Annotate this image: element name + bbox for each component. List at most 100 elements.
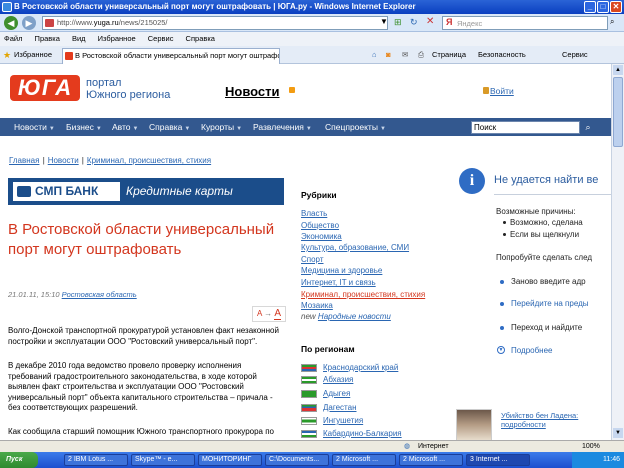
new-label: new xyxy=(301,312,316,321)
action-link[interactable]: Перейдите на преды xyxy=(511,299,589,308)
regions-heading: По регионам xyxy=(301,344,355,354)
menu-tools[interactable]: Сервис xyxy=(148,34,174,43)
clock[interactable]: 11:46 xyxy=(603,456,620,463)
flag-icon xyxy=(301,404,317,412)
region-link[interactable]: Кабардино-Балкария xyxy=(301,429,402,438)
banner-caption: Кредитные карты xyxy=(126,184,233,198)
zoom-level[interactable]: 100% xyxy=(582,441,600,452)
globe-icon: ◍ xyxy=(404,443,411,450)
nav-special[interactable]: Спецпроекты ▼ xyxy=(325,118,386,138)
cause-item: Возможно, сделана xyxy=(510,218,583,227)
search-box[interactable]: Я Яндекс xyxy=(442,16,608,30)
tab-favicon xyxy=(65,52,73,60)
portal-caption: портал Южного региона xyxy=(86,77,196,101)
rubric-link[interactable]: Медицина и здоровье xyxy=(301,266,382,275)
address-input[interactable]: http://www.yuga.ru/news/215025/ xyxy=(42,16,388,30)
region-link[interactable]: Краснодарский край xyxy=(301,363,398,372)
nav-business[interactable]: Бизнес ▼ xyxy=(66,118,102,138)
scroll-down-icon[interactable]: ▼ xyxy=(613,428,623,438)
stop-icon[interactable]: ✕ xyxy=(426,16,434,27)
article-paragraph-3: Как сообщила старший помощник Южного тра… xyxy=(8,427,274,436)
rubric-link[interactable]: Общество xyxy=(301,221,339,230)
menu-edit[interactable]: Правка xyxy=(35,34,60,43)
info-icon: i xyxy=(459,168,485,194)
more-link[interactable]: Подробнее xyxy=(511,346,553,355)
rubric-people-news[interactable]: Народные новости xyxy=(318,312,391,321)
menu-help[interactable]: Справка xyxy=(186,34,215,43)
menu-view[interactable]: Вид xyxy=(72,34,86,43)
page-menu[interactable]: Страница xyxy=(432,46,466,64)
chevron-down-icon[interactable]: ▼ xyxy=(497,346,505,354)
sidebar-news-link[interactable]: Убийство бен Ладена: подробности xyxy=(501,411,601,429)
refresh-icon[interactable]: ↻ xyxy=(410,17,418,28)
nav-resorts[interactable]: Курорты ▼ xyxy=(201,118,242,138)
login-link[interactable]: Войти xyxy=(490,86,514,96)
ad-banner[interactable]: СМП БАНК Кредитные карты xyxy=(8,178,284,205)
font-size-toggle[interactable]: A → A xyxy=(252,306,286,322)
taskbar-item[interactable]: 2 IBM Lotus ... xyxy=(64,454,128,466)
crumb-home[interactable]: Главная xyxy=(9,156,39,165)
minimize-button[interactable]: _ xyxy=(584,1,596,13)
start-button[interactable]: Пуск xyxy=(0,452,38,468)
scroll-thumb[interactable] xyxy=(613,77,623,147)
browser-tab[interactable]: В Ростовской области универсальный порт … xyxy=(62,48,280,64)
rss-icon[interactable] xyxy=(289,87,295,93)
nav-auto[interactable]: Авто ▼ xyxy=(112,118,138,138)
taskbar-item[interactable]: Skype™ - e... xyxy=(131,454,195,466)
scroll-up-icon[interactable]: ▲ xyxy=(613,65,623,75)
site-search-input[interactable]: Поиск xyxy=(471,121,580,134)
compat-icon[interactable]: ⊞ xyxy=(394,17,402,28)
mail-icon[interactable]: ✉ xyxy=(402,46,408,64)
flag-icon xyxy=(301,364,317,372)
section-title[interactable]: Новости xyxy=(225,84,280,99)
safety-menu[interactable]: Безопасность xyxy=(478,46,526,64)
print-icon[interactable]: ⎙ xyxy=(418,46,424,64)
site-logo[interactable]: ЮГА xyxy=(10,75,80,101)
menu-favorites[interactable]: Избранное xyxy=(98,34,136,43)
menu-file[interactable]: Файл xyxy=(4,34,22,43)
star-icon: ★ xyxy=(3,50,12,60)
favorites-button[interactable]: Избранное xyxy=(14,46,52,64)
crumb-category[interactable]: Криминал, происшествия, стихия xyxy=(87,156,211,165)
lock-icon xyxy=(483,87,489,94)
rubric-link[interactable]: Власть xyxy=(301,209,327,218)
vertical-scrollbar[interactable]: ▲ ▼ xyxy=(611,64,624,440)
home-icon[interactable]: ⌂ xyxy=(372,46,377,64)
site-search-icon[interactable]: ⌕ xyxy=(582,121,594,134)
rubric-link[interactable]: Спорт xyxy=(301,255,324,264)
nav-news[interactable]: Новости ▼ xyxy=(14,118,55,138)
rubric-link[interactable]: Мозаика xyxy=(301,301,333,310)
address-dropdown-icon[interactable]: ▼ xyxy=(380,17,388,26)
region-link[interactable]: Абхазия xyxy=(301,375,353,384)
nav-entertainment[interactable]: Развлечения ▼ xyxy=(253,118,312,138)
article-date: 21.01.11, 15:10 xyxy=(8,290,60,299)
news-thumbnail[interactable] xyxy=(456,409,492,440)
region-link[interactable]: Ингушетия xyxy=(301,416,363,425)
rubric-link[interactable]: Интернет, IT и связь xyxy=(301,278,376,287)
search-go-icon[interactable]: ⌕ xyxy=(610,17,614,27)
region-link[interactable]: Адыгея xyxy=(301,389,350,398)
tab-title: В Ростовской области универсальный порт … xyxy=(75,51,280,60)
feeds-icon[interactable]: ◙ xyxy=(386,46,391,64)
taskbar-item[interactable]: C:\Documents... xyxy=(265,454,329,466)
crumb-news[interactable]: Новости xyxy=(48,156,79,165)
forward-icon[interactable]: ▶ xyxy=(22,16,36,30)
taskbar-item[interactable]: МОНИТОРИНГ xyxy=(198,454,262,466)
taskbar-item[interactable]: 2 Microsoft ... xyxy=(399,454,463,466)
taskbar-item[interactable]: 2 Microsoft ... xyxy=(332,454,396,466)
font-arrow-icon: → xyxy=(264,309,273,318)
flag-icon xyxy=(301,430,317,438)
taskbar: Пуск 2 IBM Lotus ... Skype™ - e... МОНИТ… xyxy=(0,452,624,468)
maximize-button[interactable]: □ xyxy=(597,1,609,13)
article-region-link[interactable]: Ростовская область xyxy=(62,290,137,299)
nav-reference[interactable]: Справка ▼ xyxy=(149,118,190,138)
tools-menu[interactable]: Сервис xyxy=(562,46,588,64)
close-button[interactable]: ✕ xyxy=(610,1,622,13)
window-title: В Ростовской области универсальный порт … xyxy=(14,2,416,11)
taskbar-item-active[interactable]: 3 Internet ... xyxy=(466,454,530,466)
rubric-link[interactable]: Экономика xyxy=(301,232,342,241)
back-icon[interactable]: ◀ xyxy=(4,16,18,30)
rubric-link[interactable]: Культура, образование, СМИ xyxy=(301,243,409,252)
rubric-link-active[interactable]: Криминал, происшествия, стихия xyxy=(301,290,425,299)
region-link[interactable]: Дагестан xyxy=(301,403,357,412)
